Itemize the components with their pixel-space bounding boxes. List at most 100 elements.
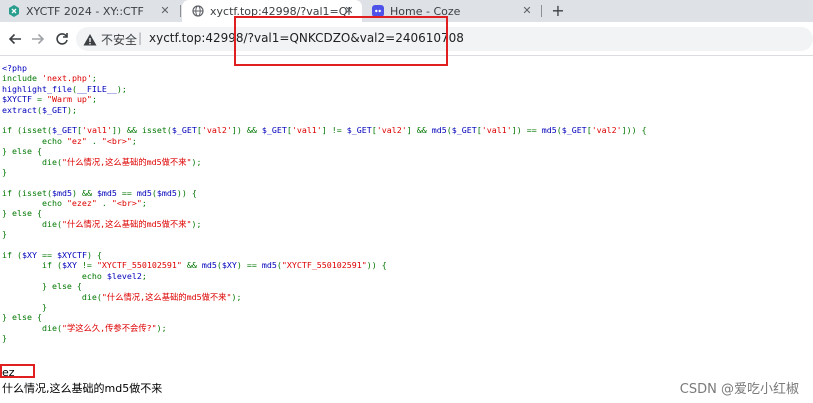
- code-token: if: [2, 260, 57, 271]
- code-token: )) {: [176, 187, 197, 198]
- code-token: $md5: [156, 187, 177, 198]
- forward-arrow-icon[interactable]: [28, 29, 48, 49]
- code-token: echo: [2, 135, 67, 146]
- code-line: highlight_file(__FILE__);: [2, 84, 647, 94]
- code-token: 'val1': [81, 125, 112, 136]
- code-token: 'val2': [201, 125, 232, 136]
- tab-divider: [541, 5, 542, 17]
- code-token: highlight_file: [2, 83, 72, 94]
- code-token: $_GET: [561, 125, 587, 136]
- code-token: ;: [141, 270, 147, 281]
- code-token: "<br>": [101, 135, 132, 146]
- code-token: $_GET: [41, 104, 67, 115]
- code-token: ;: [91, 73, 97, 84]
- ctf-logo-icon: [8, 5, 20, 17]
- code-token: md5: [136, 187, 152, 198]
- code-line: die("什么情况,这么基础的md5做不来");: [2, 157, 647, 167]
- code-token: }: [2, 166, 7, 177]
- code-token: ) {: [86, 250, 102, 261]
- code-token: "<br>": [111, 198, 142, 209]
- code-token: if: [2, 187, 17, 198]
- code-token: ]) ==: [511, 125, 542, 136]
- code-token: .: [91, 135, 102, 146]
- code-token: "什么情况,这么基础的md5做不来": [61, 218, 192, 229]
- code-token: );: [231, 291, 242, 302]
- code-line: include 'next.php';: [2, 73, 647, 83]
- code-line: extract($_GET);: [2, 105, 647, 115]
- code-line: die("什么情况,这么基础的md5做不来");: [2, 292, 647, 302]
- code-token: "Warm up": [46, 94, 92, 105]
- code-line: die("学这么久,传参不会传?");: [2, 323, 647, 333]
- code-line: echo "ez" . "<br>";: [2, 136, 647, 146]
- code-line: } else {: [2, 281, 647, 291]
- code-line: <?php: [2, 63, 647, 73]
- code-token: !=: [81, 260, 97, 271]
- code-token: );: [191, 156, 202, 167]
- code-token: $XY: [22, 250, 42, 261]
- code-token: )) {: [366, 260, 387, 271]
- code-line: }: [2, 229, 647, 239]
- code-token: } else {: [2, 208, 42, 219]
- code-line: } else {: [2, 146, 647, 156]
- code-token: "什么情况,这么基础的md5做不来": [101, 291, 232, 302]
- code-token: $XY: [61, 260, 82, 271]
- code-token: (isset(: [17, 187, 52, 198]
- code-token: __FILE__: [76, 83, 117, 94]
- code-token: );: [191, 218, 202, 229]
- close-icon[interactable]: ✕: [520, 4, 534, 18]
- back-arrow-icon[interactable]: [5, 29, 25, 49]
- code-token: md5: [541, 125, 557, 136]
- tab-xyctf[interactable]: XYCTF 2024 - XY::CTF ✕: [0, 0, 178, 22]
- code-line: die("什么情况,这么基础的md5做不来");: [2, 219, 647, 229]
- code-line: echo "ezez" . "<br>";: [2, 198, 647, 208]
- code-line: if (isset($md5) && $md5 == md5($md5)) {: [2, 188, 647, 198]
- code-token: "ez": [66, 135, 92, 146]
- code-token: die: [2, 156, 57, 167]
- code-token: $md5: [51, 187, 72, 198]
- code-line: if ($XY != "XYCTF_550102591" && md5($XY)…: [2, 260, 647, 270]
- code-token: include: [2, 73, 42, 84]
- code-token: $level2: [106, 270, 142, 281]
- code-token: } else {: [2, 281, 82, 292]
- code-token: $_GET: [261, 125, 287, 136]
- code-line: } else {: [2, 208, 647, 218]
- code-token: ==: [121, 187, 137, 198]
- code-token: ==: [41, 250, 57, 261]
- code-token: if: [2, 250, 17, 261]
- code-token: md5: [431, 125, 447, 136]
- warning-icon[interactable]: [83, 32, 97, 46]
- code-token: ;: [131, 135, 137, 146]
- code-token: echo: [2, 270, 107, 281]
- code-token: "ezez": [66, 198, 102, 209]
- code-token: &&: [186, 260, 202, 271]
- code-token: md5: [261, 260, 277, 271]
- close-icon[interactable]: ✕: [158, 4, 172, 18]
- new-tab-icon[interactable]: +: [548, 1, 568, 21]
- url-highlight-box: [234, 16, 448, 66]
- code-token: ;: [141, 198, 147, 209]
- code-line: }: [2, 167, 647, 177]
- code-token: (isset(: [17, 125, 52, 136]
- url-separator: |: [138, 31, 143, 45]
- csdn-watermark: CSDN @爱吃小红椒: [679, 382, 799, 397]
- code-token: extract: [2, 104, 37, 115]
- security-status[interactable]: 不安全: [101, 31, 137, 48]
- code-token: $XYCTF: [56, 250, 87, 261]
- code-line: }: [2, 302, 647, 312]
- tab-divider: [180, 5, 181, 17]
- code-token: if: [2, 125, 17, 136]
- output-line-ez: ez: [2, 366, 15, 379]
- code-token: $md5: [96, 187, 122, 198]
- code-token: ]) &&: [231, 125, 262, 136]
- code-token: md5: [201, 260, 217, 271]
- code-token: .: [101, 198, 112, 209]
- code-token: ] !=: [321, 125, 347, 136]
- code-token: $_GET: [171, 125, 197, 136]
- code-token: "什么情况,这么基础的md5做不来": [61, 156, 192, 167]
- code-token: ]) && isset(: [111, 125, 172, 136]
- code-token: $_GET: [451, 125, 477, 136]
- reload-icon[interactable]: [52, 29, 72, 49]
